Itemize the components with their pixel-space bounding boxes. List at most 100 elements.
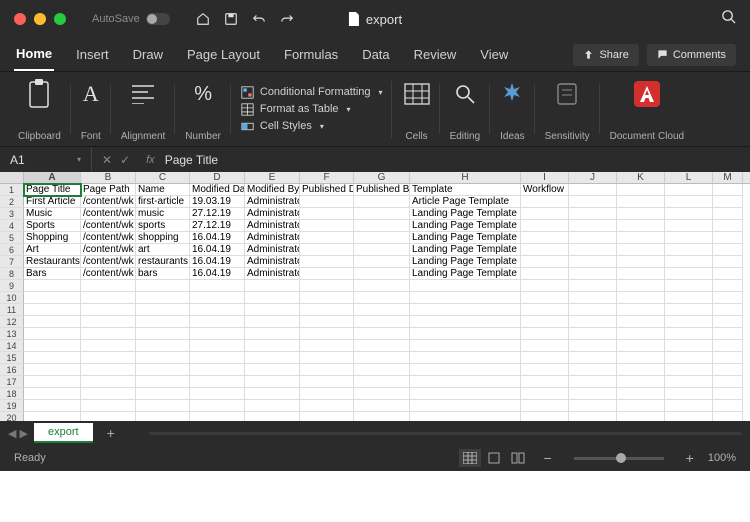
cell-K2[interactable] xyxy=(617,196,665,208)
cell-H2[interactable]: Article Page Template xyxy=(410,196,521,208)
cell-I2[interactable] xyxy=(521,196,569,208)
cell-G1[interactable]: Published By xyxy=(354,184,410,196)
cell-G15[interactable] xyxy=(354,352,410,364)
cell-G2[interactable] xyxy=(354,196,410,208)
horizontal-scrollbar[interactable] xyxy=(149,429,742,437)
cell-K13[interactable] xyxy=(617,328,665,340)
cell-E20[interactable] xyxy=(245,412,300,421)
cell-B12[interactable] xyxy=(81,316,136,328)
cell-D20[interactable] xyxy=(190,412,245,421)
cell-G20[interactable] xyxy=(354,412,410,421)
cell-M1[interactable] xyxy=(713,184,743,196)
cell-C10[interactable] xyxy=(136,292,190,304)
cell-styles-button[interactable]: Cell Styles▾ xyxy=(241,119,383,134)
cell-E14[interactable] xyxy=(245,340,300,352)
cell-F13[interactable] xyxy=(300,328,354,340)
cell-L15[interactable] xyxy=(665,352,713,364)
tab-draw[interactable]: Draw xyxy=(131,39,165,70)
col-header-A[interactable]: A xyxy=(24,172,81,183)
cell-G3[interactable] xyxy=(354,208,410,220)
cell-A12[interactable] xyxy=(24,316,81,328)
cell-D10[interactable] xyxy=(190,292,245,304)
row-header-1[interactable]: 1 xyxy=(0,184,24,196)
fx-icon[interactable]: fx xyxy=(140,154,161,166)
cell-J3[interactable] xyxy=(569,208,617,220)
cell-K6[interactable] xyxy=(617,244,665,256)
cell-J18[interactable] xyxy=(569,388,617,400)
cell-D3[interactable]: 27.12.19 xyxy=(190,208,245,220)
cell-C4[interactable]: sports xyxy=(136,220,190,232)
cell-E2[interactable]: Administrator xyxy=(245,196,300,208)
cell-F9[interactable] xyxy=(300,280,354,292)
cell-L10[interactable] xyxy=(665,292,713,304)
cell-E12[interactable] xyxy=(245,316,300,328)
cell-F18[interactable] xyxy=(300,388,354,400)
cell-B14[interactable] xyxy=(81,340,136,352)
row-header-5[interactable]: 5 xyxy=(0,232,24,244)
cell-L3[interactable] xyxy=(665,208,713,220)
cell-B2[interactable]: /content/wk xyxy=(81,196,136,208)
cell-K7[interactable] xyxy=(617,256,665,268)
cell-I13[interactable] xyxy=(521,328,569,340)
col-header-D[interactable]: D xyxy=(190,172,245,183)
cell-I9[interactable] xyxy=(521,280,569,292)
col-header-K[interactable]: K xyxy=(617,172,665,183)
cell-G9[interactable] xyxy=(354,280,410,292)
cell-C11[interactable] xyxy=(136,304,190,316)
cell-G12[interactable] xyxy=(354,316,410,328)
col-header-L[interactable]: L xyxy=(665,172,713,183)
cell-M7[interactable] xyxy=(713,256,743,268)
cell-G6[interactable] xyxy=(354,244,410,256)
cell-F8[interactable] xyxy=(300,268,354,280)
cell-K5[interactable] xyxy=(617,232,665,244)
cell-H11[interactable] xyxy=(410,304,521,316)
cell-C20[interactable] xyxy=(136,412,190,421)
col-header-J[interactable]: J xyxy=(569,172,617,183)
cell-A20[interactable] xyxy=(24,412,81,421)
select-all-corner[interactable] xyxy=(0,172,24,183)
cell-C19[interactable] xyxy=(136,400,190,412)
cell-B19[interactable] xyxy=(81,400,136,412)
cell-L8[interactable] xyxy=(665,268,713,280)
row-header-17[interactable]: 17 xyxy=(0,376,24,388)
cell-I6[interactable] xyxy=(521,244,569,256)
autosave-toggle[interactable]: AutoSave xyxy=(92,13,170,25)
cell-A15[interactable] xyxy=(24,352,81,364)
cell-A5[interactable]: Shopping xyxy=(24,232,81,244)
cell-I16[interactable] xyxy=(521,364,569,376)
cell-D11[interactable] xyxy=(190,304,245,316)
cell-B11[interactable] xyxy=(81,304,136,316)
view-page-layout-button[interactable] xyxy=(483,449,505,467)
cell-M8[interactable] xyxy=(713,268,743,280)
cell-H6[interactable]: Landing Page Template xyxy=(410,244,521,256)
cell-L14[interactable] xyxy=(665,340,713,352)
cell-E16[interactable] xyxy=(245,364,300,376)
row-header-16[interactable]: 16 xyxy=(0,364,24,376)
sheet-tab-export[interactable]: export xyxy=(34,423,93,443)
home-icon[interactable] xyxy=(196,12,210,26)
cell-H13[interactable] xyxy=(410,328,521,340)
cell-K11[interactable] xyxy=(617,304,665,316)
cell-C12[interactable] xyxy=(136,316,190,328)
cell-K4[interactable] xyxy=(617,220,665,232)
cell-J6[interactable] xyxy=(569,244,617,256)
cell-M17[interactable] xyxy=(713,376,743,388)
cell-B18[interactable] xyxy=(81,388,136,400)
cell-I17[interactable] xyxy=(521,376,569,388)
cell-E17[interactable] xyxy=(245,376,300,388)
cell-K19[interactable] xyxy=(617,400,665,412)
cell-C14[interactable] xyxy=(136,340,190,352)
cell-G13[interactable] xyxy=(354,328,410,340)
cell-F20[interactable] xyxy=(300,412,354,421)
search-button[interactable] xyxy=(721,9,736,29)
cell-I14[interactable] xyxy=(521,340,569,352)
comments-button[interactable]: Comments xyxy=(647,44,736,66)
cell-K14[interactable] xyxy=(617,340,665,352)
cell-M4[interactable] xyxy=(713,220,743,232)
col-header-F[interactable]: F xyxy=(300,172,354,183)
cell-C8[interactable]: bars xyxy=(136,268,190,280)
cell-D6[interactable]: 16.04.19 xyxy=(190,244,245,256)
cell-K9[interactable] xyxy=(617,280,665,292)
cell-D8[interactable]: 16.04.19 xyxy=(190,268,245,280)
col-header-H[interactable]: H xyxy=(410,172,521,183)
